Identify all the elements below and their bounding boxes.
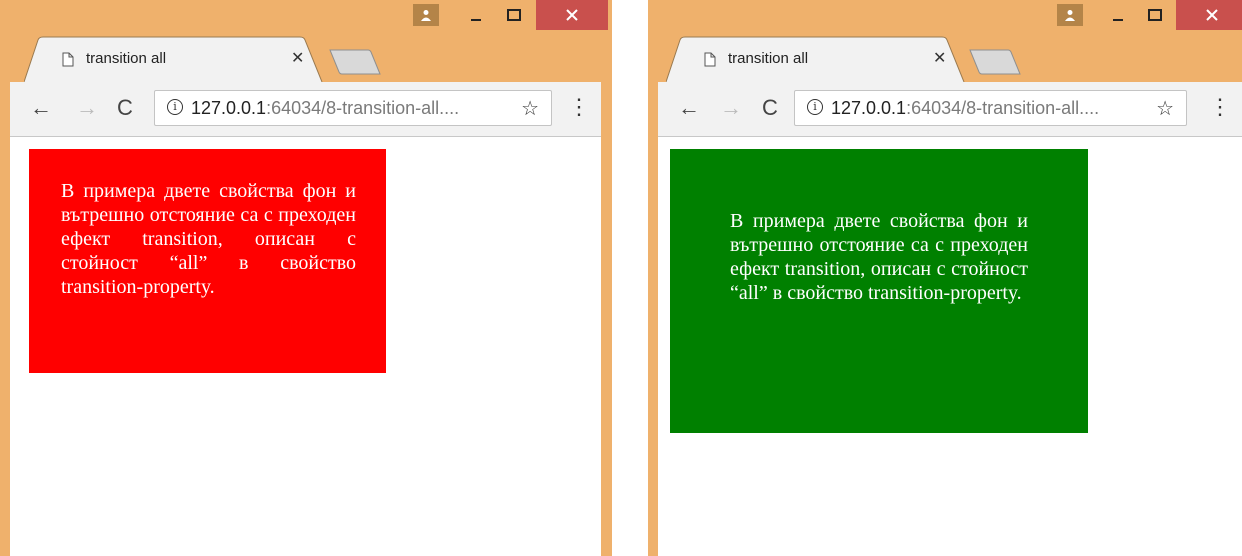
minimize-button[interactable] bbox=[1100, 0, 1136, 30]
person-icon bbox=[421, 10, 431, 21]
maximize-button[interactable] bbox=[1137, 0, 1173, 30]
back-button[interactable]: ← bbox=[678, 96, 700, 120]
toolbar: ← → C i 127.0.0.1:64034/8-transition-all… bbox=[10, 82, 601, 137]
reload-icon: C bbox=[117, 95, 133, 120]
minimize-icon bbox=[471, 19, 481, 21]
kebab-menu-icon[interactable]: ⋮ bbox=[1209, 96, 1231, 118]
url-path: :64034/8-transition-all.... bbox=[266, 98, 460, 118]
browser-window-1: transition all ✕ ← → C i 127.0.0.1:64034… bbox=[0, 0, 612, 556]
minimize-icon bbox=[1113, 19, 1123, 21]
maximize-icon bbox=[507, 9, 521, 21]
transition-box: В примера двете свойства фон и вътрешно … bbox=[29, 149, 386, 373]
page-viewport: В примера двете свойства фон и вътрешно … bbox=[658, 137, 1242, 556]
reload-button[interactable]: C bbox=[762, 96, 778, 120]
transition-box: В примера двете свойства фон и вътрешно … bbox=[670, 149, 1088, 433]
forward-arrow-icon: → bbox=[76, 95, 98, 120]
tab-close-icon[interactable]: ✕ bbox=[291, 48, 304, 68]
close-icon bbox=[566, 9, 578, 21]
tab-close-icon[interactable]: ✕ bbox=[933, 48, 946, 68]
tab-title: transition all bbox=[86, 50, 167, 67]
back-button[interactable]: ← bbox=[30, 96, 52, 120]
back-arrow-icon: ← bbox=[30, 95, 52, 120]
url-text: 127.0.0.1:64034/8-transition-all.... bbox=[831, 98, 1099, 119]
page-viewport: В примера двете свойства фон и вътрешно … bbox=[10, 137, 601, 556]
address-bar[interactable]: i 127.0.0.1:64034/8-transition-all.... ☆ bbox=[154, 90, 552, 126]
kebab-menu-icon[interactable]: ⋮ bbox=[568, 96, 590, 118]
forward-button[interactable]: → bbox=[720, 96, 742, 120]
maximize-button[interactable] bbox=[496, 0, 532, 30]
url-text: 127.0.0.1:64034/8-transition-all.... bbox=[191, 98, 459, 119]
minimize-button[interactable] bbox=[458, 0, 494, 30]
star-icon[interactable]: ☆ bbox=[1156, 96, 1174, 121]
new-tab-button[interactable] bbox=[968, 48, 1022, 81]
maximize-icon bbox=[1148, 9, 1162, 21]
person-icon bbox=[1065, 10, 1075, 21]
forward-arrow-icon: → bbox=[720, 95, 742, 120]
box-text: В примера двете свойства фон и вътрешно … bbox=[730, 210, 1028, 304]
url-path: :64034/8-transition-all.... bbox=[906, 98, 1100, 118]
reload-button[interactable]: C bbox=[117, 96, 133, 120]
info-icon[interactable]: i bbox=[167, 99, 183, 115]
reload-icon: C bbox=[762, 95, 778, 120]
back-arrow-icon: ← bbox=[678, 95, 700, 120]
browser-tab[interactable]: transition all ✕ bbox=[666, 36, 966, 82]
star-icon[interactable]: ☆ bbox=[521, 96, 539, 121]
profile-button[interactable] bbox=[413, 4, 439, 26]
browser-tab[interactable]: transition all ✕ bbox=[24, 36, 324, 82]
profile-button[interactable] bbox=[1057, 4, 1083, 26]
info-icon[interactable]: i bbox=[807, 99, 823, 115]
forward-button[interactable]: → bbox=[76, 96, 98, 120]
tab-title: transition all bbox=[728, 50, 809, 67]
url-host: 127.0.0.1 bbox=[191, 98, 267, 118]
address-bar[interactable]: i 127.0.0.1:64034/8-transition-all.... ☆ bbox=[794, 90, 1187, 126]
window-close-button[interactable] bbox=[536, 0, 608, 30]
window-close-button[interactable] bbox=[1176, 0, 1242, 30]
toolbar: ← → C i 127.0.0.1:64034/8-transition-all… bbox=[658, 82, 1242, 137]
browser-window-2: transition all ✕ ← → C i 127.0.0.1:64034… bbox=[648, 0, 1242, 556]
new-tab-button[interactable] bbox=[328, 48, 382, 81]
close-icon bbox=[1206, 9, 1218, 21]
box-text: В примера двете свойства фон и вътрешно … bbox=[61, 180, 356, 298]
url-host: 127.0.0.1 bbox=[831, 98, 907, 118]
